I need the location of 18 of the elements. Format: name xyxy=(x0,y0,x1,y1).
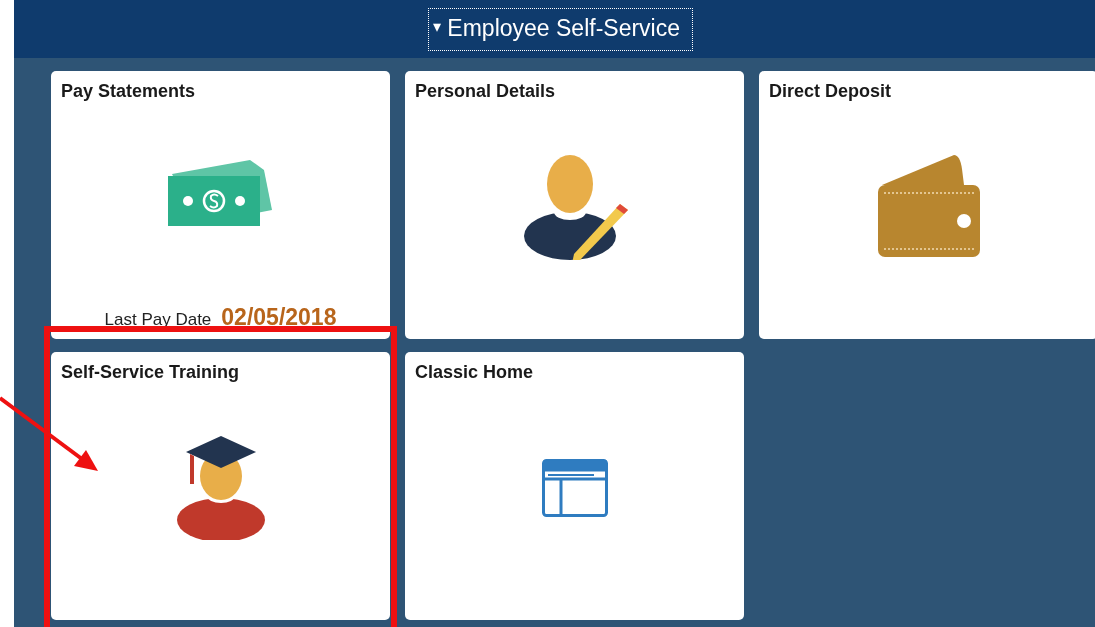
tile[interactable]: Pay Statements Last Pay Date 02/05/2018 xyxy=(51,71,390,339)
last-pay-date-value: 02/05/2018 xyxy=(221,304,337,331)
last-pay-date-label: Last Pay Date xyxy=(104,310,212,330)
graduate-icon xyxy=(175,435,266,540)
wallet-icon xyxy=(877,154,980,259)
tile[interactable]: Classic Home xyxy=(405,352,744,620)
tile-title: Direct Deposit xyxy=(769,81,892,102)
window-icon xyxy=(541,458,608,517)
tile-title: Personal Details xyxy=(415,81,556,102)
person-edit-icon xyxy=(521,153,628,260)
tile-title: Self-Service Training xyxy=(61,362,240,383)
tile[interactable]: Direct Deposit xyxy=(759,71,1095,339)
tile-title: Classic Home xyxy=(415,362,534,383)
tile-title: Pay Statements xyxy=(61,81,196,102)
tile[interactable]: Self-Service Training xyxy=(51,352,390,620)
tile[interactable]: Personal Details xyxy=(405,71,744,339)
page-title-menu[interactable]: $^{▾}$ Employee Self-Service xyxy=(427,8,693,51)
money-icon xyxy=(167,158,274,228)
